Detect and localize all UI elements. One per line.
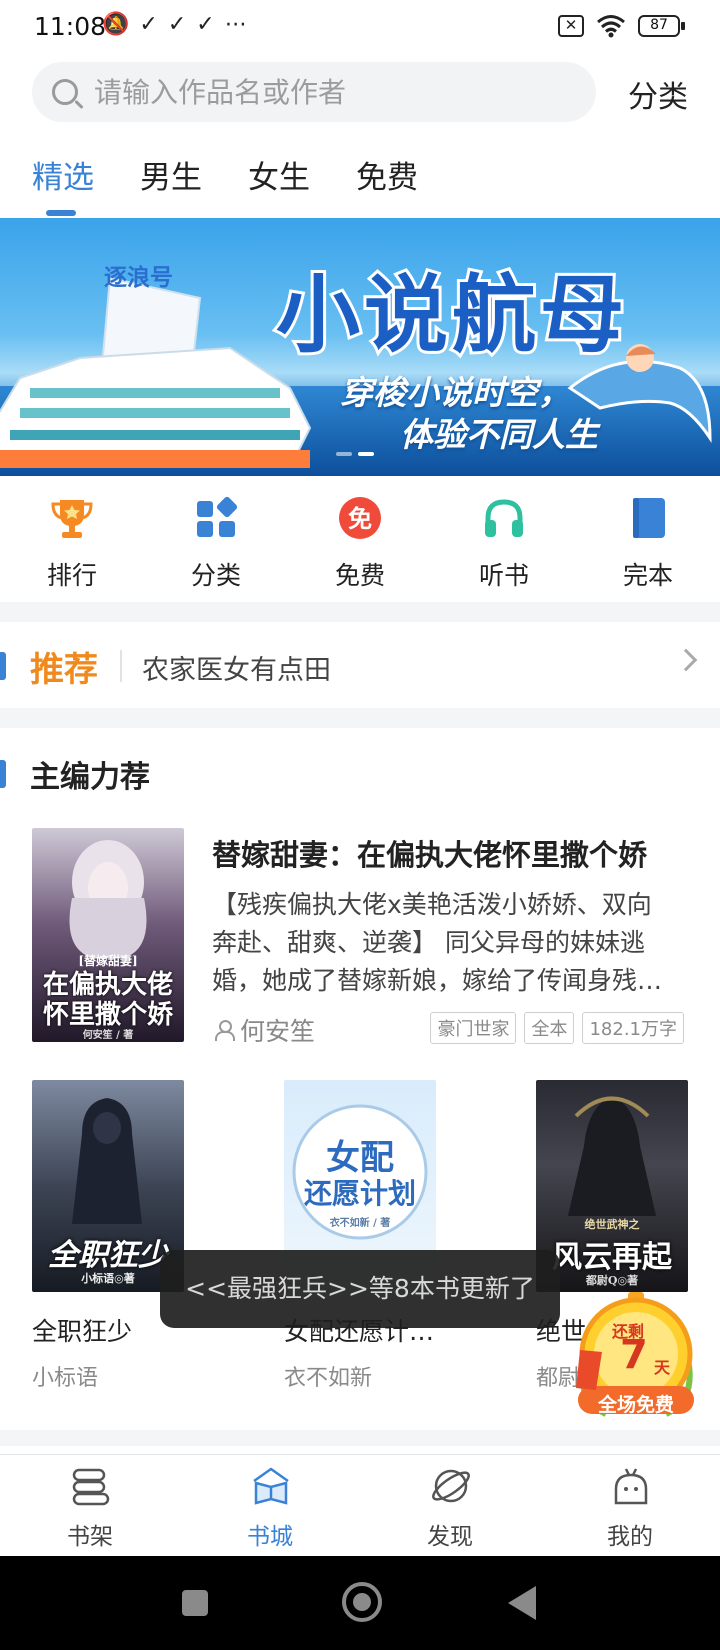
- section-divider: [0, 602, 720, 622]
- entry-free[interactable]: 免 免费: [300, 476, 420, 602]
- free-badge-glyph: 免: [348, 505, 372, 533]
- recommend-row[interactable]: 推荐 农家医女有点田: [0, 622, 720, 708]
- promo-days-unit: 天: [654, 1358, 671, 1377]
- wifi-icon: [597, 15, 625, 38]
- category-button[interactable]: 分类: [628, 72, 688, 116]
- banner-ship-name: 逐浪号: [104, 264, 173, 291]
- bookstore-icon: [253, 1467, 289, 1505]
- banner-pager: [336, 452, 374, 456]
- section-divider: [0, 1430, 720, 1446]
- bookshelf-icon: [72, 1468, 110, 1506]
- entry-category[interactable]: 分类: [156, 476, 276, 602]
- profile-icon: [614, 1468, 648, 1505]
- battery-indicator: 87: [638, 15, 685, 37]
- nav-profile[interactable]: 我的: [570, 1455, 690, 1557]
- book-author: 衣不如新: [284, 1366, 373, 1391]
- search-icon: [52, 79, 78, 105]
- section-accent-bar: [0, 760, 6, 788]
- channel-tabs: 精选 男生 女生 免费: [0, 152, 720, 216]
- recommend-book-title: 农家医女有点田: [142, 655, 331, 686]
- dolphin-illustration: [567, 344, 712, 443]
- recommend-separator: [120, 650, 122, 682]
- search-input[interactable]: [94, 75, 554, 109]
- home-button[interactable]: [342, 1582, 382, 1622]
- nav-bookshelf[interactable]: 书架: [30, 1455, 150, 1557]
- entry-completed-label: 完本: [622, 561, 673, 590]
- quick-entries: 排行 分类 免 免费 听书 完本: [0, 476, 720, 602]
- entry-ranking[interactable]: 排行: [12, 476, 132, 602]
- book-author: 小标语: [32, 1366, 99, 1391]
- headphones-icon: [485, 499, 523, 537]
- update-toast: <<最强狂兵>>等8本书更新了: [160, 1250, 560, 1328]
- featured-book-tags: 豪门世家 全本 182.1万字: [430, 1012, 684, 1044]
- tab-female[interactable]: 女生: [248, 152, 310, 197]
- tab-indicator: [46, 210, 76, 216]
- system-navigation-bar: [0, 1556, 720, 1650]
- free-days-promo[interactable]: 还剩 7 天 全场免费: [566, 1290, 706, 1420]
- entry-audiobook[interactable]: 听书: [444, 476, 564, 602]
- banner-subtitle-line1: 穿梭小说时空，: [340, 373, 571, 412]
- featured-book[interactable]: [替嫁甜妻] 在偏执大佬 怀里撒个娇 何安笙 / 著 替嫁甜妻：在偏执大佬怀里撒…: [0, 828, 720, 1046]
- nav-discover[interactable]: 发现: [390, 1455, 510, 1557]
- trophy-icon: [51, 500, 93, 538]
- book-cover-series: 绝世武神之: [584, 1218, 640, 1231]
- search-bar[interactable]: [32, 62, 596, 122]
- featured-book-description: 【残疾偏执大佬x美艳活泼小娇娇、双向奔赴、甜爽、逆袭】 同父异母的妹妹逃婚，她成…: [212, 890, 663, 995]
- recent-apps-button[interactable]: [182, 1590, 208, 1616]
- entry-completed[interactable]: 完本: [588, 476, 708, 602]
- featured-book-author: 何安笙: [214, 1012, 315, 1048]
- promo-days-value: 7: [620, 1332, 648, 1378]
- nav-bookstore-label: 书城: [247, 1524, 293, 1550]
- status-time: 11:08: [34, 12, 107, 41]
- entry-free-label: 免费: [334, 561, 385, 590]
- tab-free[interactable]: 免费: [356, 152, 418, 197]
- tab-featured[interactable]: 精选: [32, 152, 94, 197]
- pager-dot: [336, 452, 352, 456]
- planet-icon: [432, 1469, 470, 1503]
- cover-warrior: [568, 1096, 656, 1216]
- tag-genre: 豪门世家: [430, 1012, 517, 1044]
- tag-status: 全本: [524, 1012, 575, 1044]
- person-icon: [214, 1020, 235, 1041]
- editors-pick-title: 主编力荐: [30, 760, 150, 795]
- featured-author-name: 何安笙: [240, 1017, 316, 1046]
- free-badge-icon: 免: [339, 497, 381, 539]
- nav-bookshelf-label: 书架: [67, 1524, 113, 1550]
- status-right: ✕ 87: [558, 14, 685, 38]
- entry-category-label: 分类: [190, 561, 241, 590]
- tab-male[interactable]: 男生: [140, 152, 202, 197]
- entry-audiobook-label: 听书: [478, 561, 529, 590]
- entry-ranking-label: 排行: [46, 561, 97, 590]
- chevron-right-icon: [674, 648, 698, 672]
- cruise-ship-illustration: [0, 278, 312, 468]
- book-cover-author: 衣不如新 / 著: [329, 1218, 391, 1229]
- featured-book-cover[interactable]: [替嫁甜妻] 在偏执大佬 怀里撒个娇 何安笙 / 著: [32, 828, 184, 1042]
- status-bar: 11:08 🔕✓✓✓⋯ ✕ 87: [0, 0, 720, 56]
- book-cover-title-line2: 还愿计划: [303, 1177, 416, 1210]
- bottom-navigation: 书架 书城 发现 我的: [0, 1454, 720, 1556]
- book-title[interactable]: 全职狂少: [32, 1312, 132, 1348]
- nav-discover-label: 发现: [427, 1524, 473, 1550]
- editors-pick-header: 主编力荐: [0, 752, 720, 796]
- recommend-accent-bar: [0, 652, 6, 680]
- tag-word-count: 182.1万字: [582, 1012, 684, 1044]
- nav-bookstore[interactable]: 书城: [210, 1455, 330, 1557]
- notification-icons: 🔕✓✓✓⋯: [102, 12, 257, 37]
- pager-dot-active: [358, 452, 374, 456]
- nav-profile-label: 我的: [607, 1524, 653, 1550]
- promo-free-label: 全场免费: [597, 1394, 674, 1416]
- promo-banner[interactable]: 逐浪号 小说航母 穿梭小说时空， 体验不同人生: [0, 218, 720, 476]
- featured-cover-author: 何安笙 / 著: [82, 1030, 134, 1041]
- section-divider: [0, 708, 720, 728]
- featured-book-title: 替嫁甜妻：在偏执大佬怀里撒个娇: [212, 838, 648, 872]
- category-grid-icon: [197, 496, 238, 537]
- back-button[interactable]: [508, 1586, 536, 1620]
- recommend-title: 推荐: [30, 650, 98, 690]
- cover-portrait: [69, 840, 147, 958]
- sim-off-icon: ✕: [558, 15, 584, 37]
- book-icon: [633, 498, 665, 538]
- cover-hooded-figure: [72, 1098, 142, 1224]
